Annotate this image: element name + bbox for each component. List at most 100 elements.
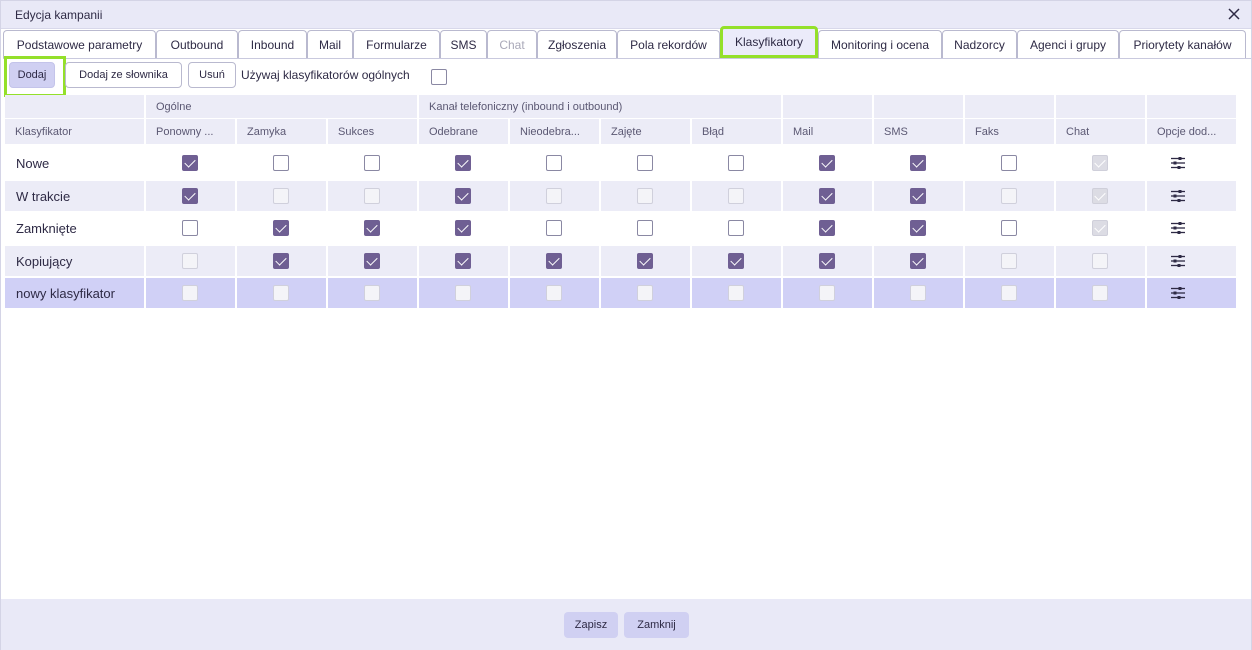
tab-klasyfikatory[interactable]: Klasyfikatory	[720, 26, 818, 58]
close-button[interactable]: Zamknij	[624, 612, 689, 638]
row-checkbox[interactable]	[182, 220, 198, 236]
column-header[interactable]: Zamyka	[237, 119, 326, 144]
tab-inbound[interactable]: Inbound	[238, 30, 307, 58]
tab-sms[interactable]: SMS	[440, 30, 487, 58]
row-checkbox[interactable]	[910, 220, 926, 236]
row-checkbox[interactable]	[819, 253, 835, 269]
options-cell	[1147, 181, 1236, 211]
row-checkbox[interactable]	[910, 188, 926, 204]
row-checkbox[interactable]	[546, 220, 562, 236]
row-checkbox[interactable]	[273, 220, 289, 236]
sliders-icon[interactable]	[1171, 157, 1185, 169]
row-checkbox[interactable]	[1001, 155, 1017, 171]
row-checkbox[interactable]	[637, 220, 653, 236]
row-checkbox[interactable]	[364, 220, 380, 236]
row-checkbox[interactable]	[910, 155, 926, 171]
tab-agenci-i-grupy[interactable]: Agenci i grupy	[1017, 30, 1119, 58]
row-label[interactable]: W trakcie	[5, 181, 144, 211]
row-checkbox	[546, 188, 562, 204]
row-checkbox	[455, 285, 471, 301]
column-header[interactable]: Opcje dod...	[1147, 119, 1236, 144]
tab-mail[interactable]: Mail	[307, 30, 353, 58]
row-checkbox[interactable]	[819, 155, 835, 171]
row-label[interactable]: Nowe	[5, 148, 144, 178]
column-header[interactable]: Zajęte	[601, 119, 690, 144]
row-checkbox[interactable]	[1001, 220, 1017, 236]
group-header-blank	[1056, 95, 1145, 118]
tab-pola-rekordów[interactable]: Pola rekordów	[617, 30, 720, 58]
row-checkbox	[728, 285, 744, 301]
use-general-classifiers-checkbox[interactable]	[431, 69, 447, 85]
dialog-footer: Zapisz Zamknij	[1, 599, 1251, 650]
row-checkbox	[728, 188, 744, 204]
delete-button[interactable]: Usuń	[188, 62, 236, 88]
add-button[interactable]: Dodaj	[9, 62, 55, 88]
campaign-edit-dialog: Edycja kampanii Podstawowe parametry Outb…	[0, 0, 1252, 650]
row-label[interactable]: nowy klasyfikator	[5, 278, 144, 308]
sliders-icon[interactable]	[1171, 222, 1185, 234]
options-cell	[1147, 148, 1236, 178]
row-checkbox[interactable]	[455, 188, 471, 204]
row-checkbox	[1092, 220, 1108, 236]
tab-outbound[interactable]: Outbound	[156, 30, 238, 58]
tab-chat[interactable]: Chat	[487, 30, 537, 58]
row-label[interactable]: Zamknięte	[5, 213, 144, 243]
row-checkbox[interactable]	[728, 220, 744, 236]
column-header[interactable]: Nieodebra...	[510, 119, 599, 144]
row-checkbox[interactable]	[819, 220, 835, 236]
save-button[interactable]: Zapisz	[564, 612, 618, 638]
row-checkbox	[1092, 285, 1108, 301]
column-header[interactable]: SMS	[874, 119, 963, 144]
row-checkbox[interactable]	[273, 155, 289, 171]
column-header[interactable]: Mail	[783, 119, 872, 144]
options-cell	[1147, 246, 1236, 276]
tab-zgłoszenia[interactable]: Zgłoszenia	[537, 30, 617, 58]
column-header[interactable]: Sukces	[328, 119, 417, 144]
row-checkbox[interactable]	[546, 253, 562, 269]
row-checkbox[interactable]	[273, 253, 289, 269]
row-checkbox	[819, 285, 835, 301]
tab-nadzorcy[interactable]: Nadzorcy	[942, 30, 1017, 58]
row-checkbox[interactable]	[455, 220, 471, 236]
use-general-classifiers-label: Używaj klasyfikatorów ogólnych	[241, 68, 410, 82]
row-checkbox[interactable]	[455, 155, 471, 171]
options-cell	[1147, 278, 1236, 308]
sliders-icon[interactable]	[1171, 190, 1185, 202]
row-checkbox	[637, 285, 653, 301]
tab-podstawowe-parametry[interactable]: Podstawowe parametry	[3, 30, 156, 58]
row-checkbox	[182, 285, 198, 301]
row-checkbox[interactable]	[182, 188, 198, 204]
row-checkbox[interactable]	[637, 253, 653, 269]
row-checkbox[interactable]	[455, 253, 471, 269]
column-header[interactable]: Odebrane	[419, 119, 508, 144]
tab-monitoring-i-ocena[interactable]: Monitoring i ocena	[818, 30, 942, 58]
sliders-icon[interactable]	[1171, 255, 1185, 267]
column-header[interactable]: Ponowny ...	[146, 119, 235, 144]
add-from-dictionary-button[interactable]: Dodaj ze słownika	[65, 62, 182, 88]
column-header[interactable]: Chat	[1056, 119, 1145, 144]
group-header-general: Ogólne	[146, 95, 417, 118]
row-checkbox[interactable]	[728, 253, 744, 269]
column-header[interactable]: Faks	[965, 119, 1054, 144]
column-header[interactable]: Błąd	[692, 119, 781, 144]
tab-priorytety-kanałów[interactable]: Priorytety kanałów	[1119, 30, 1246, 58]
row-checkbox[interactable]	[546, 155, 562, 171]
sliders-icon[interactable]	[1171, 287, 1185, 299]
row-checkbox[interactable]	[364, 253, 380, 269]
row-checkbox	[910, 285, 926, 301]
row-checkbox[interactable]	[728, 155, 744, 171]
row-checkbox[interactable]	[819, 188, 835, 204]
row-checkbox[interactable]	[910, 253, 926, 269]
group-header-empty	[5, 95, 144, 118]
close-icon[interactable]	[1225, 5, 1243, 23]
row-checkbox	[1001, 285, 1017, 301]
row-checkbox	[637, 188, 653, 204]
row-label[interactable]: Kopiujący	[5, 246, 144, 276]
row-checkbox	[1001, 253, 1017, 269]
row-checkbox[interactable]	[364, 155, 380, 171]
row-checkbox	[546, 285, 562, 301]
column-header[interactable]: Klasyfikator	[5, 119, 144, 144]
row-checkbox[interactable]	[637, 155, 653, 171]
row-checkbox[interactable]	[182, 155, 198, 171]
tab-formularze[interactable]: Formularze	[353, 30, 440, 58]
